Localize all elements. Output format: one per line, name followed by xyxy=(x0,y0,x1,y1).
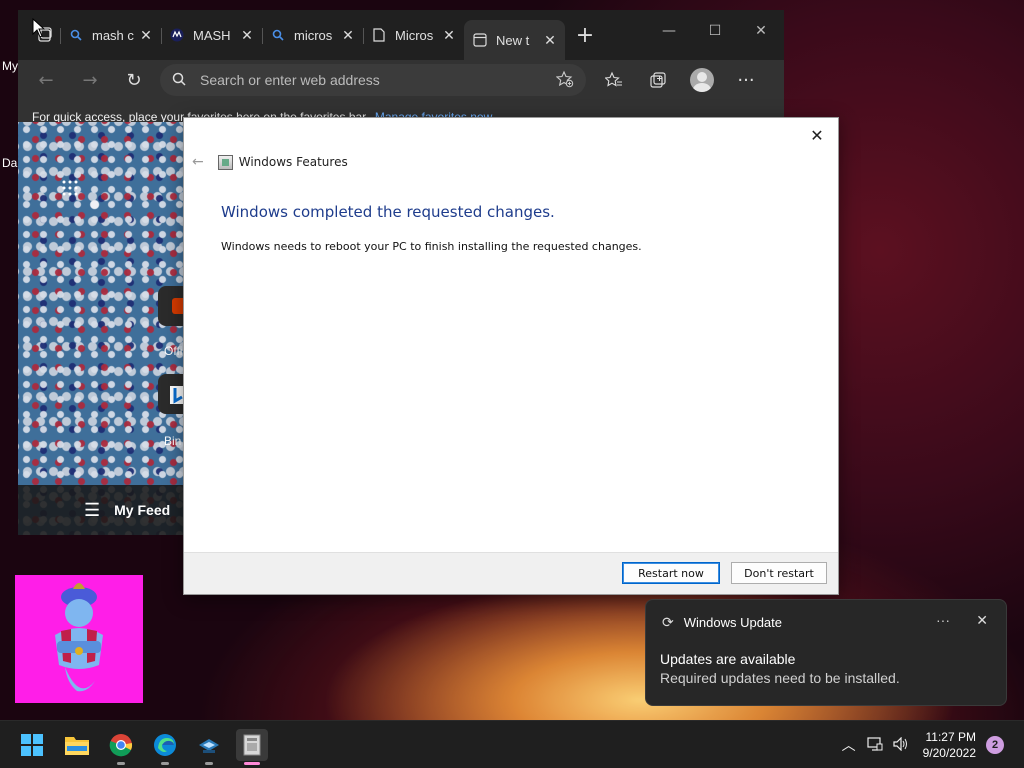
clock[interactable]: 11:27 PM 9/20/2022 xyxy=(923,729,976,761)
tab-separator xyxy=(60,28,61,44)
tab-title: MASH xyxy=(193,27,231,43)
window-controls: — ☐ ✕ xyxy=(646,16,784,46)
toast-title: Updates are available xyxy=(660,651,796,667)
notification-count-badge[interactable]: 2 xyxy=(986,736,1004,754)
minimize-icon[interactable]: — xyxy=(646,16,692,46)
dialog-footer: Restart now Don't restart xyxy=(184,552,838,594)
search-icon xyxy=(68,27,84,43)
dialog-title: Windows Features xyxy=(238,155,348,169)
running-indicator xyxy=(205,762,213,765)
tab-separator xyxy=(363,28,364,44)
toast-header: ⟳ Windows Update xyxy=(662,614,782,631)
dialog-close-icon[interactable]: ✕ xyxy=(802,122,832,148)
edge-button[interactable] xyxy=(149,729,181,765)
tab-separator xyxy=(262,28,263,44)
tab-close-icon[interactable]: ✕ xyxy=(543,32,557,49)
quick-link-office-label: Offi xyxy=(164,344,183,358)
collections-icon[interactable] xyxy=(636,64,680,96)
search-icon xyxy=(172,72,186,89)
mouse-cursor-icon xyxy=(32,18,46,38)
windows-features-taskbar-button[interactable] xyxy=(236,729,268,765)
tab-microsoft-doc[interactable]: Micros ✕ xyxy=(363,18,464,52)
sync-icon: ⟳ xyxy=(662,614,674,630)
tab-title: micros xyxy=(294,27,333,43)
tab-close-icon[interactable]: ✕ xyxy=(139,27,153,44)
toast-app-name: Windows Update xyxy=(683,615,783,630)
windows-update-toast[interactable]: ⟳ Windows Update ··· ✕ Updates are avail… xyxy=(645,599,1007,706)
desktop-label-my: My xyxy=(2,59,18,73)
running-indicator xyxy=(117,762,125,765)
tab-new-tab[interactable]: New t ✕ xyxy=(464,20,565,60)
hamburger-menu-icon[interactable]: ☰ xyxy=(84,500,100,521)
app-button-bird[interactable] xyxy=(193,729,225,765)
quick-link-bing-label: Bin xyxy=(164,434,182,448)
address-bar[interactable]: Search or enter web address xyxy=(160,64,586,96)
tab-title: mash c xyxy=(92,27,134,43)
avatar xyxy=(690,68,714,92)
taskbar: ︿ 11:27 PM 9/20/2022 2 xyxy=(0,720,1024,768)
tab-title: New t xyxy=(496,32,530,48)
dont-restart-button[interactable]: Don't restart xyxy=(731,562,827,584)
file-explorer-button[interactable] xyxy=(61,729,93,761)
back-icon[interactable]: ← xyxy=(24,64,68,96)
toast-more-icon[interactable]: ··· xyxy=(936,612,950,628)
clock-time: 11:27 PM xyxy=(925,730,976,744)
genie-image xyxy=(15,575,143,703)
active-indicator xyxy=(244,762,260,765)
running-indicator xyxy=(161,762,169,765)
add-favorite-icon[interactable] xyxy=(555,70,574,91)
close-window-icon[interactable]: ✕ xyxy=(738,16,784,46)
feed-label[interactable]: My Feed xyxy=(114,502,170,518)
dialog-body-text: Windows needs to reboot your PC to finis… xyxy=(221,240,642,253)
dialog-navigation: ← Windows Features xyxy=(192,154,348,170)
chrome-button[interactable] xyxy=(105,729,137,765)
apps-grid-icon[interactable] xyxy=(62,180,78,196)
toast-subtitle: Required updates need to be installed. xyxy=(660,670,900,686)
tab-mash[interactable]: MASH ✕ xyxy=(161,18,262,52)
tab-microsoft-search[interactable]: micros ✕ xyxy=(262,18,363,52)
tab-mash-search[interactable]: mash c ✕ xyxy=(60,18,161,52)
tab-close-icon[interactable]: ✕ xyxy=(341,27,355,44)
system-tray: ︿ 11:27 PM 9/20/2022 2 xyxy=(837,721,1024,768)
show-hidden-icons-icon[interactable]: ︿ xyxy=(837,735,861,755)
document-icon xyxy=(371,27,387,43)
restart-now-button[interactable]: Restart now xyxy=(622,562,720,584)
address-placeholder: Search or enter web address xyxy=(200,72,380,88)
maximize-icon[interactable]: ☐ xyxy=(692,16,738,46)
volume-icon[interactable] xyxy=(889,736,913,754)
windows-features-icon xyxy=(217,154,233,170)
search-icon xyxy=(270,27,286,43)
refresh-icon[interactable]: ↻ xyxy=(112,64,156,96)
more-options-icon[interactable]: ··· xyxy=(724,64,768,96)
toast-close-icon[interactable]: ✕ xyxy=(976,612,988,629)
tab-close-icon[interactable]: ✕ xyxy=(240,27,254,44)
windows-features-dialog: ✕ ← Windows Features Windows completed t… xyxy=(183,117,839,595)
clock-date: 9/20/2022 xyxy=(922,746,976,760)
tab-close-icon[interactable]: ✕ xyxy=(442,27,456,44)
tab-title: Micros xyxy=(395,27,434,43)
start-button[interactable] xyxy=(16,729,48,761)
network-icon[interactable] xyxy=(863,736,887,754)
browser-toolbar: ← → ↻ Search or enter web address ··· xyxy=(18,60,784,100)
forward-icon[interactable]: → xyxy=(68,64,112,96)
mash-logo-icon xyxy=(169,27,185,43)
favorites-icon[interactable] xyxy=(592,64,636,96)
desktop-label-da: Da xyxy=(2,156,18,170)
tab-separator xyxy=(161,28,162,44)
dialog-heading: Windows completed the requested changes. xyxy=(221,203,555,221)
newtab-icon xyxy=(472,32,488,48)
new-tab-button[interactable]: + xyxy=(569,19,601,51)
tab-bar: mash c ✕ MASH ✕ micros ✕ Micros ✕ New t … xyxy=(18,10,784,60)
profile-button[interactable] xyxy=(680,64,724,96)
dialog-back-icon[interactable]: ← xyxy=(192,154,204,170)
